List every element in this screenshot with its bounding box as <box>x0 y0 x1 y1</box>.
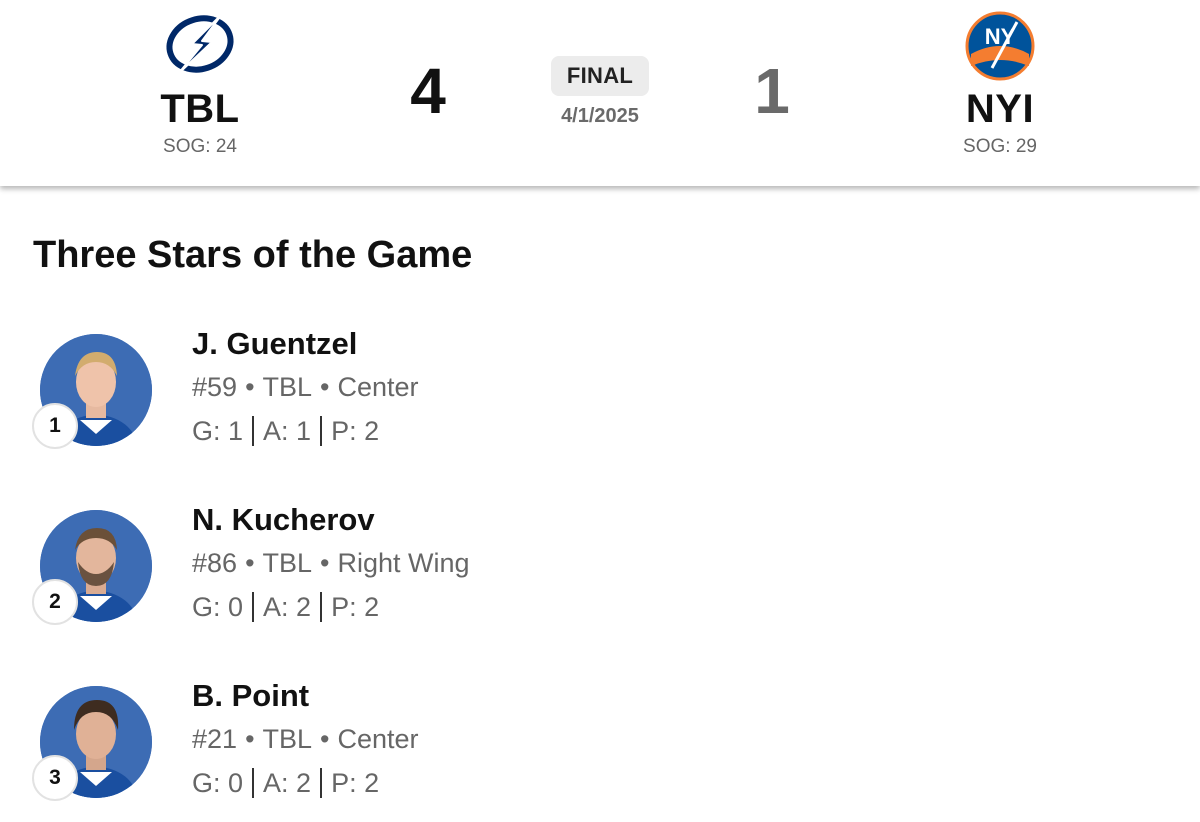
player-stats: G: 0 A: 2 P: 2 <box>192 766 379 800</box>
away-team[interactable]: NY NYI SOG: 29 <box>900 8 1100 160</box>
section-title: Three Stars of the Game <box>33 234 473 276</box>
star-row-1[interactable]: 1 J. Guentzel #59 • TBL • Center G: 1 A: 1 P: … <box>0 324 1200 454</box>
bullet-separator: • <box>245 548 255 578</box>
assists-stat: A: 1 <box>263 416 312 446</box>
player-team: TBL <box>262 548 313 578</box>
player-name[interactable]: B. Point <box>192 676 309 716</box>
star-row-3[interactable]: 3 B. Point #21 • TBL • Center G: 0 A: 2 P: 2 <box>0 676 1200 806</box>
points-stat: P: 2 <box>331 768 380 798</box>
points-stat: P: 2 <box>331 416 380 446</box>
bullet-separator: • <box>245 372 255 402</box>
player-info: #59 • TBL • Center <box>192 370 419 404</box>
bullet-separator: • <box>245 724 255 754</box>
goals-stat: G: 0 <box>192 768 244 798</box>
goals-stat: G: 0 <box>192 592 244 622</box>
assists-stat: A: 2 <box>263 592 312 622</box>
bullet-separator: • <box>320 548 330 578</box>
game-status: FINAL 4/1/2025 <box>500 56 700 128</box>
stat-divider <box>320 592 323 622</box>
game-date: 4/1/2025 <box>561 105 639 127</box>
assists-stat: A: 2 <box>263 768 312 798</box>
goals-stat: G: 1 <box>192 416 244 446</box>
scoreboard: TBL SOG: 24 4 FINAL 4/1/2025 1 NY NYI SO… <box>0 0 1200 186</box>
player-avatar-wrap: 1 <box>32 334 154 454</box>
stat-divider <box>252 768 255 798</box>
bullet-separator: • <box>320 372 330 402</box>
player-name[interactable]: N. Kucherov <box>192 500 375 540</box>
player-info: #86 • TBL • Right Wing <box>192 546 470 580</box>
home-score: 4 <box>410 55 446 127</box>
player-info: #21 • TBL • Center <box>192 722 419 756</box>
player-name[interactable]: J. Guentzel <box>192 324 357 364</box>
stat-divider <box>252 416 255 446</box>
player-position: Center <box>337 372 419 402</box>
home-team-abbr: TBL <box>160 87 240 131</box>
rank-badge: 1 <box>32 403 78 449</box>
islanders-logo-icon: NY <box>962 8 1038 84</box>
stat-divider <box>320 416 323 446</box>
home-shots-on-goal: SOG: 24 <box>163 136 237 157</box>
player-stats: G: 1 A: 1 P: 2 <box>192 414 379 448</box>
away-team-abbr: NYI <box>965 87 1035 131</box>
status-badge: FINAL <box>550 56 650 96</box>
player-number: #86 <box>192 548 238 578</box>
rank-badge: 2 <box>32 579 78 625</box>
stat-divider <box>252 592 255 622</box>
player-team: TBL <box>262 372 313 402</box>
away-shots-on-goal: SOG: 29 <box>963 136 1037 157</box>
player-avatar-wrap: 3 <box>32 686 154 806</box>
home-team[interactable]: TBL SOG: 24 <box>100 8 300 160</box>
player-number: #21 <box>192 724 238 754</box>
away-score: 1 <box>754 55 790 127</box>
bullet-separator: • <box>320 724 330 754</box>
player-position: Right Wing <box>337 548 470 578</box>
stat-divider <box>320 768 323 798</box>
player-stats: G: 0 A: 2 P: 2 <box>192 590 379 624</box>
player-team: TBL <box>262 724 313 754</box>
rank-badge: 3 <box>32 755 78 801</box>
points-stat: P: 2 <box>331 592 380 622</box>
player-avatar-wrap: 2 <box>32 510 154 630</box>
player-number: #59 <box>192 372 238 402</box>
lightning-bolt-logo-icon <box>162 8 238 84</box>
svg-text:NY: NY <box>985 24 1016 49</box>
star-row-2[interactable]: 2 N. Kucherov #86 • TBL • Right Wing G: 0 A: … <box>0 500 1200 630</box>
player-position: Center <box>337 724 419 754</box>
